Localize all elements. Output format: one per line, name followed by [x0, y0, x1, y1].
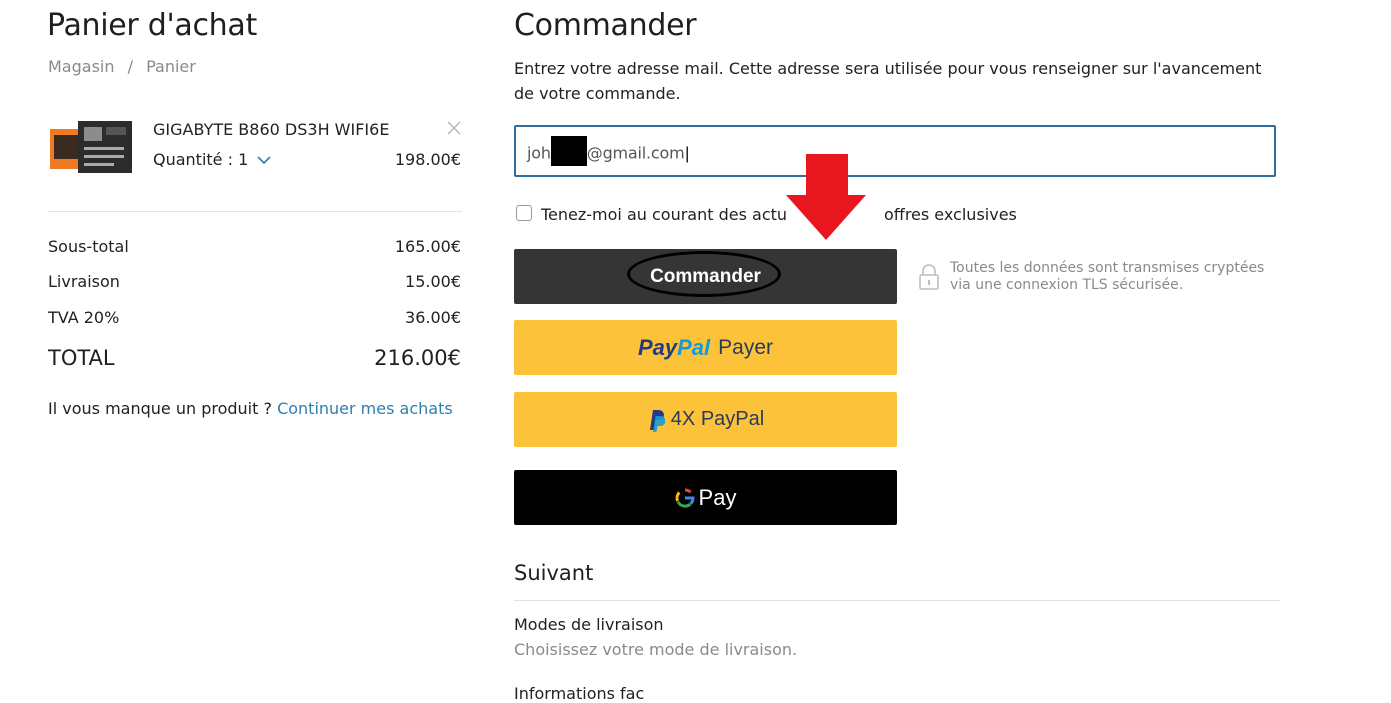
- google-pay-button-label: Pay: [698, 484, 737, 510]
- breadcrumb-separator: /: [127, 57, 133, 76]
- cart-title: Panier d'achat: [47, 8, 257, 43]
- delivery-modes-title: Modes de livraison: [514, 615, 664, 634]
- paypal-button[interactable]: PayPal Payer: [514, 320, 897, 375]
- remove-item-close-icon[interactable]: [446, 120, 462, 136]
- paypal-logo: PayPal: [638, 335, 710, 361]
- email-field[interactable]: joh @gmail.com|: [514, 125, 1276, 177]
- checkout-title: Commander: [514, 8, 697, 43]
- tls-note: Toutes les données sont transmises crypt…: [950, 260, 1265, 293]
- newsletter-label-end: offres exclusives: [884, 205, 1017, 224]
- email-suffix: @gmail.com: [586, 143, 685, 163]
- google-pay-button[interactable]: Pay: [514, 470, 897, 525]
- commander-button-label: Commander: [650, 265, 761, 287]
- text-caret: |: [684, 143, 690, 163]
- next-divider: [514, 600, 1280, 601]
- shipping-value: 15.00€: [405, 272, 461, 291]
- delivery-modes-subtitle: Choisissez votre mode de livraison.: [514, 640, 798, 659]
- quantity-selector[interactable]: Quantité : 1: [153, 150, 271, 169]
- breadcrumb-shop[interactable]: Magasin: [48, 57, 115, 76]
- google-g-icon: [675, 488, 695, 508]
- paypal-4x-button-label: 4X PayPal: [670, 408, 765, 430]
- cart-divider: [48, 211, 462, 212]
- continue-shopping-link[interactable]: Continuer mes achats: [277, 399, 453, 418]
- newsletter-checkbox[interactable]: [516, 205, 532, 221]
- breadcrumb-cart: Panier: [146, 57, 196, 76]
- commander-button[interactable]: Commander: [514, 249, 897, 304]
- breadcrumb: Magasin / Panier: [48, 57, 196, 76]
- paypal-logo-pal: Pal: [677, 334, 711, 360]
- total-value: 216.00€: [374, 346, 461, 370]
- email-value: joh @gmail.com|: [527, 136, 690, 166]
- paypal-p-icon: [649, 409, 665, 432]
- redaction-box: [550, 136, 587, 166]
- billing-info-title-cut: Informations fac: [514, 684, 645, 703]
- next-section-title: Suivant: [514, 561, 594, 585]
- product-name[interactable]: GIGABYTE B860 DS3H WIFI6E: [153, 120, 389, 139]
- subtotal-label: Sous-total: [48, 237, 129, 256]
- paypal-4x-button[interactable]: 4X PayPal: [514, 392, 897, 447]
- missing-product-text: Il vous manque un produit ?: [48, 399, 272, 418]
- missing-product: Il vous manque un produit ? Continuer me…: [48, 399, 453, 418]
- total-label: TOTAL: [48, 346, 115, 370]
- vat-label: TVA 20%: [48, 308, 120, 327]
- vat-value: 36.00€: [405, 308, 461, 327]
- checkout-intro: Entrez votre adresse mail. Cette adresse…: [514, 59, 1262, 103]
- quantity-label: Quantité : 1: [153, 150, 249, 169]
- shipping-label: Livraison: [48, 272, 120, 291]
- paypal-logo-pay: Pay: [637, 334, 678, 360]
- subtotal-value: 165.00€: [394, 237, 461, 256]
- annotation-arrow-icon: [776, 150, 886, 245]
- chevron-down-icon: [257, 156, 271, 165]
- product-price: 198.00€: [394, 150, 461, 169]
- lock-icon: [918, 263, 940, 291]
- newsletter-label-start: Tenez-moi au courant des actu: [541, 205, 788, 224]
- email-prefix: joh: [527, 143, 551, 163]
- paypal-button-label: Payer: [718, 335, 774, 359]
- product-image[interactable]: [48, 117, 136, 177]
